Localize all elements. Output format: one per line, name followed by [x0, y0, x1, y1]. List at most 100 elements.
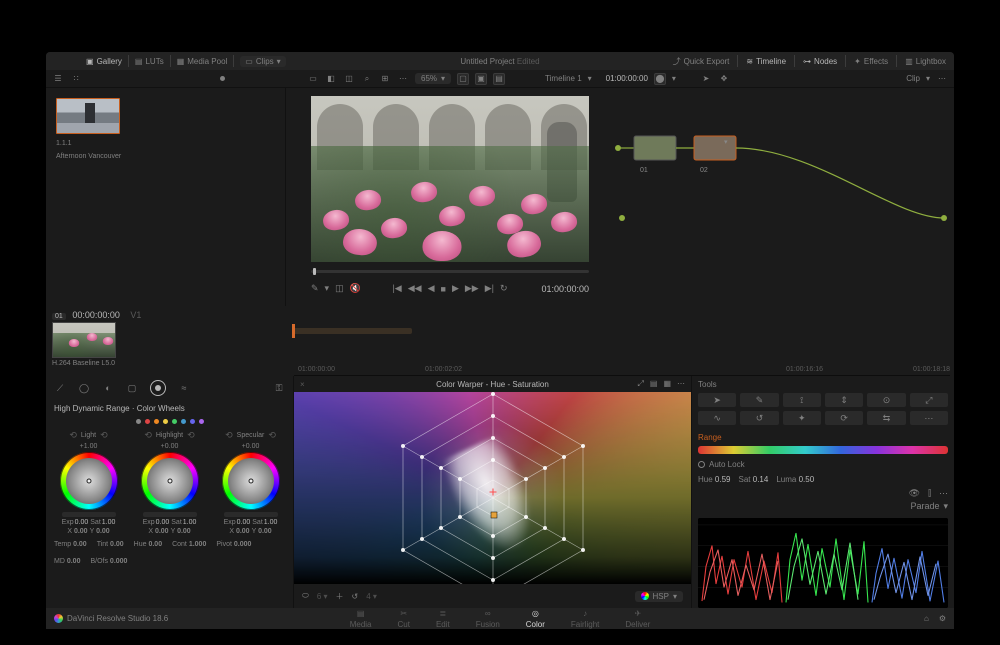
node-more-icon[interactable]: ⋯	[936, 73, 948, 85]
last-frame-icon[interactable]: ▶|	[485, 283, 494, 294]
twist-icon[interactable]: ✦	[783, 411, 821, 425]
quick-export-button[interactable]: ⤴Quick Export	[673, 56, 730, 67]
timeline-ruler[interactable]: 01:00:00:00 01:00:02:02 01:00:16:16 01:0…	[294, 362, 950, 376]
overlay-a-icon[interactable]: ▢	[457, 73, 469, 85]
tab-lightbox[interactable]: ▥Lightbox	[905, 57, 946, 66]
mute-icon[interactable]: 🔇	[350, 283, 361, 294]
zone-dot[interactable]	[172, 419, 177, 424]
chevron-down-icon[interactable]: ▾	[672, 74, 676, 83]
record-icon[interactable]: ⬤	[654, 73, 666, 85]
viewer-scrub[interactable]	[311, 270, 589, 273]
wheel-handle[interactable]	[248, 479, 253, 484]
radio-icon[interactable]	[698, 461, 705, 468]
color-wheel[interactable]	[60, 452, 118, 510]
panel-more-icon[interactable]: ⋯	[677, 379, 685, 389]
zone-dot[interactable]	[154, 419, 159, 424]
primaries-tool-icon[interactable]: ◯	[78, 382, 90, 394]
more-tools-icon[interactable]: ⋯	[910, 411, 948, 425]
tab-clips[interactable]: ▭Clips▾	[240, 56, 285, 67]
tab-gallery[interactable]: ▣Gallery	[86, 57, 122, 66]
zoom-level[interactable]: 65%▾	[415, 73, 451, 84]
window-tool-icon[interactable]: ▢	[126, 382, 138, 394]
select-tool-icon[interactable]: ⬭	[302, 591, 309, 601]
panel-view-icon[interactable]: ▤	[650, 379, 658, 389]
wipe-mode-icon[interactable]: ◫	[335, 283, 344, 294]
panel-grid-icon[interactable]: ▦	[663, 379, 671, 389]
key-tool-icon[interactable]: ⚿	[273, 382, 285, 394]
node-scope[interactable]: Clip	[906, 74, 920, 83]
zone-dot[interactable]	[136, 419, 141, 424]
jog-bar[interactable]	[224, 512, 278, 517]
scope-more-icon[interactable]: ⋯	[939, 488, 948, 499]
tab-timeline[interactable]: ≋Timeline	[746, 57, 786, 66]
loop-icon[interactable]: ↻	[500, 283, 508, 294]
viewer-mode-icon[interactable]: ▭	[307, 73, 319, 85]
page-fairlight[interactable]: ♪Fairlight	[571, 609, 599, 629]
step-back-icon[interactable]: ◀◀	[408, 283, 422, 294]
page-media[interactable]: ▤Media	[350, 609, 372, 629]
expand-icon[interactable]: ⤢	[637, 379, 643, 389]
close-panel-icon[interactable]: ×	[300, 380, 305, 389]
reset-col-icon[interactable]: ↺	[740, 411, 778, 425]
page-cut[interactable]: ✂Cut	[398, 609, 410, 629]
tab-effects[interactable]: ✦Effects	[854, 57, 888, 66]
play-icon[interactable]: ▶	[452, 283, 459, 294]
reset-wheel-icon[interactable]: ⟲	[268, 430, 276, 441]
stop-icon[interactable]: ■	[441, 284, 446, 294]
scope-mode[interactable]: Parade	[910, 501, 939, 512]
clip-thumb[interactable]	[52, 322, 116, 358]
scope-mode-icon[interactable]: ⫿	[928, 488, 931, 499]
node-graph[interactable]: 01 02 ▾	[614, 88, 954, 306]
color-wheel[interactable]	[222, 452, 280, 510]
pointer-tool-icon[interactable]: ➤	[700, 73, 712, 85]
page-fusion[interactable]: ∞Fusion	[476, 609, 500, 629]
push-icon[interactable]: ⊙	[867, 393, 905, 407]
zone-dot[interactable]	[181, 419, 186, 424]
wheel-handle[interactable]	[86, 479, 91, 484]
chevron-down-icon[interactable]: ▾	[325, 283, 330, 294]
tab-media-pool[interactable]: ▦Media Pool	[177, 57, 228, 66]
pull-icon[interactable]: ⇕	[825, 393, 863, 407]
color-wheel[interactable]	[141, 452, 199, 510]
parade-scope[interactable]	[698, 518, 948, 608]
mask-overlay-icon[interactable]: ◧	[325, 73, 337, 85]
split-view-icon[interactable]: ◫	[343, 73, 355, 85]
jog-bar[interactable]	[62, 512, 116, 517]
zone-dot[interactable]	[199, 419, 204, 424]
zone-dots[interactable]	[46, 417, 293, 426]
page-edit[interactable]: ≣Edit	[436, 609, 450, 629]
playhead-icon[interactable]	[292, 324, 295, 338]
zone-dot[interactable]	[190, 419, 195, 424]
chevron-down-icon[interactable]: ▾	[926, 74, 930, 83]
expand-grid-icon[interactable]: ⤢	[910, 393, 948, 407]
hand-tool-icon[interactable]: ✥	[718, 73, 730, 85]
reset-tool-icon[interactable]: ↺	[352, 592, 359, 601]
qualifier-tool-icon[interactable]: ◐	[102, 382, 114, 394]
play-reverse-icon[interactable]: ◀	[428, 283, 435, 294]
overlay-c-icon[interactable]: ▤	[493, 73, 505, 85]
wheel-handle[interactable]	[167, 479, 172, 484]
blur-tool-icon[interactable]: ≈	[178, 382, 190, 394]
step-fwd-icon[interactable]: ▶▶	[465, 283, 479, 294]
reset-wheel-icon[interactable]: ⟲	[187, 430, 195, 441]
chevron-down-icon[interactable]: ▾	[588, 74, 592, 83]
more-icon[interactable]: ⋯	[397, 73, 409, 85]
select-icon[interactable]: ➤	[698, 393, 736, 407]
eye-icon[interactable]: 👁	[909, 488, 920, 499]
reset-wheel-icon[interactable]: ⟲	[144, 430, 152, 441]
page-deliver[interactable]: ✈Deliver	[625, 609, 650, 629]
tracker-tool-icon[interactable]	[150, 380, 166, 396]
warper-pin-icon[interactable]	[489, 488, 496, 495]
pin-icon[interactable]: ⟟	[783, 393, 821, 407]
draw-icon[interactable]: ✎	[740, 393, 778, 407]
warper-canvas[interactable]	[294, 392, 691, 584]
contract-icon[interactable]: ⇆	[867, 411, 905, 425]
sidebar-toggle-icon[interactable]: ☰	[52, 73, 64, 85]
reset-wheel-icon[interactable]: ⟲	[69, 430, 77, 441]
picker-icon[interactable]: ✎	[311, 283, 319, 294]
jog-bar[interactable]	[143, 512, 197, 517]
loop-select-icon[interactable]: ⟳	[825, 411, 863, 425]
add-point-icon[interactable]: ＋	[336, 591, 344, 602]
gallery-still[interactable]	[56, 98, 120, 134]
curves-tool-icon[interactable]: ⟋	[54, 382, 66, 394]
